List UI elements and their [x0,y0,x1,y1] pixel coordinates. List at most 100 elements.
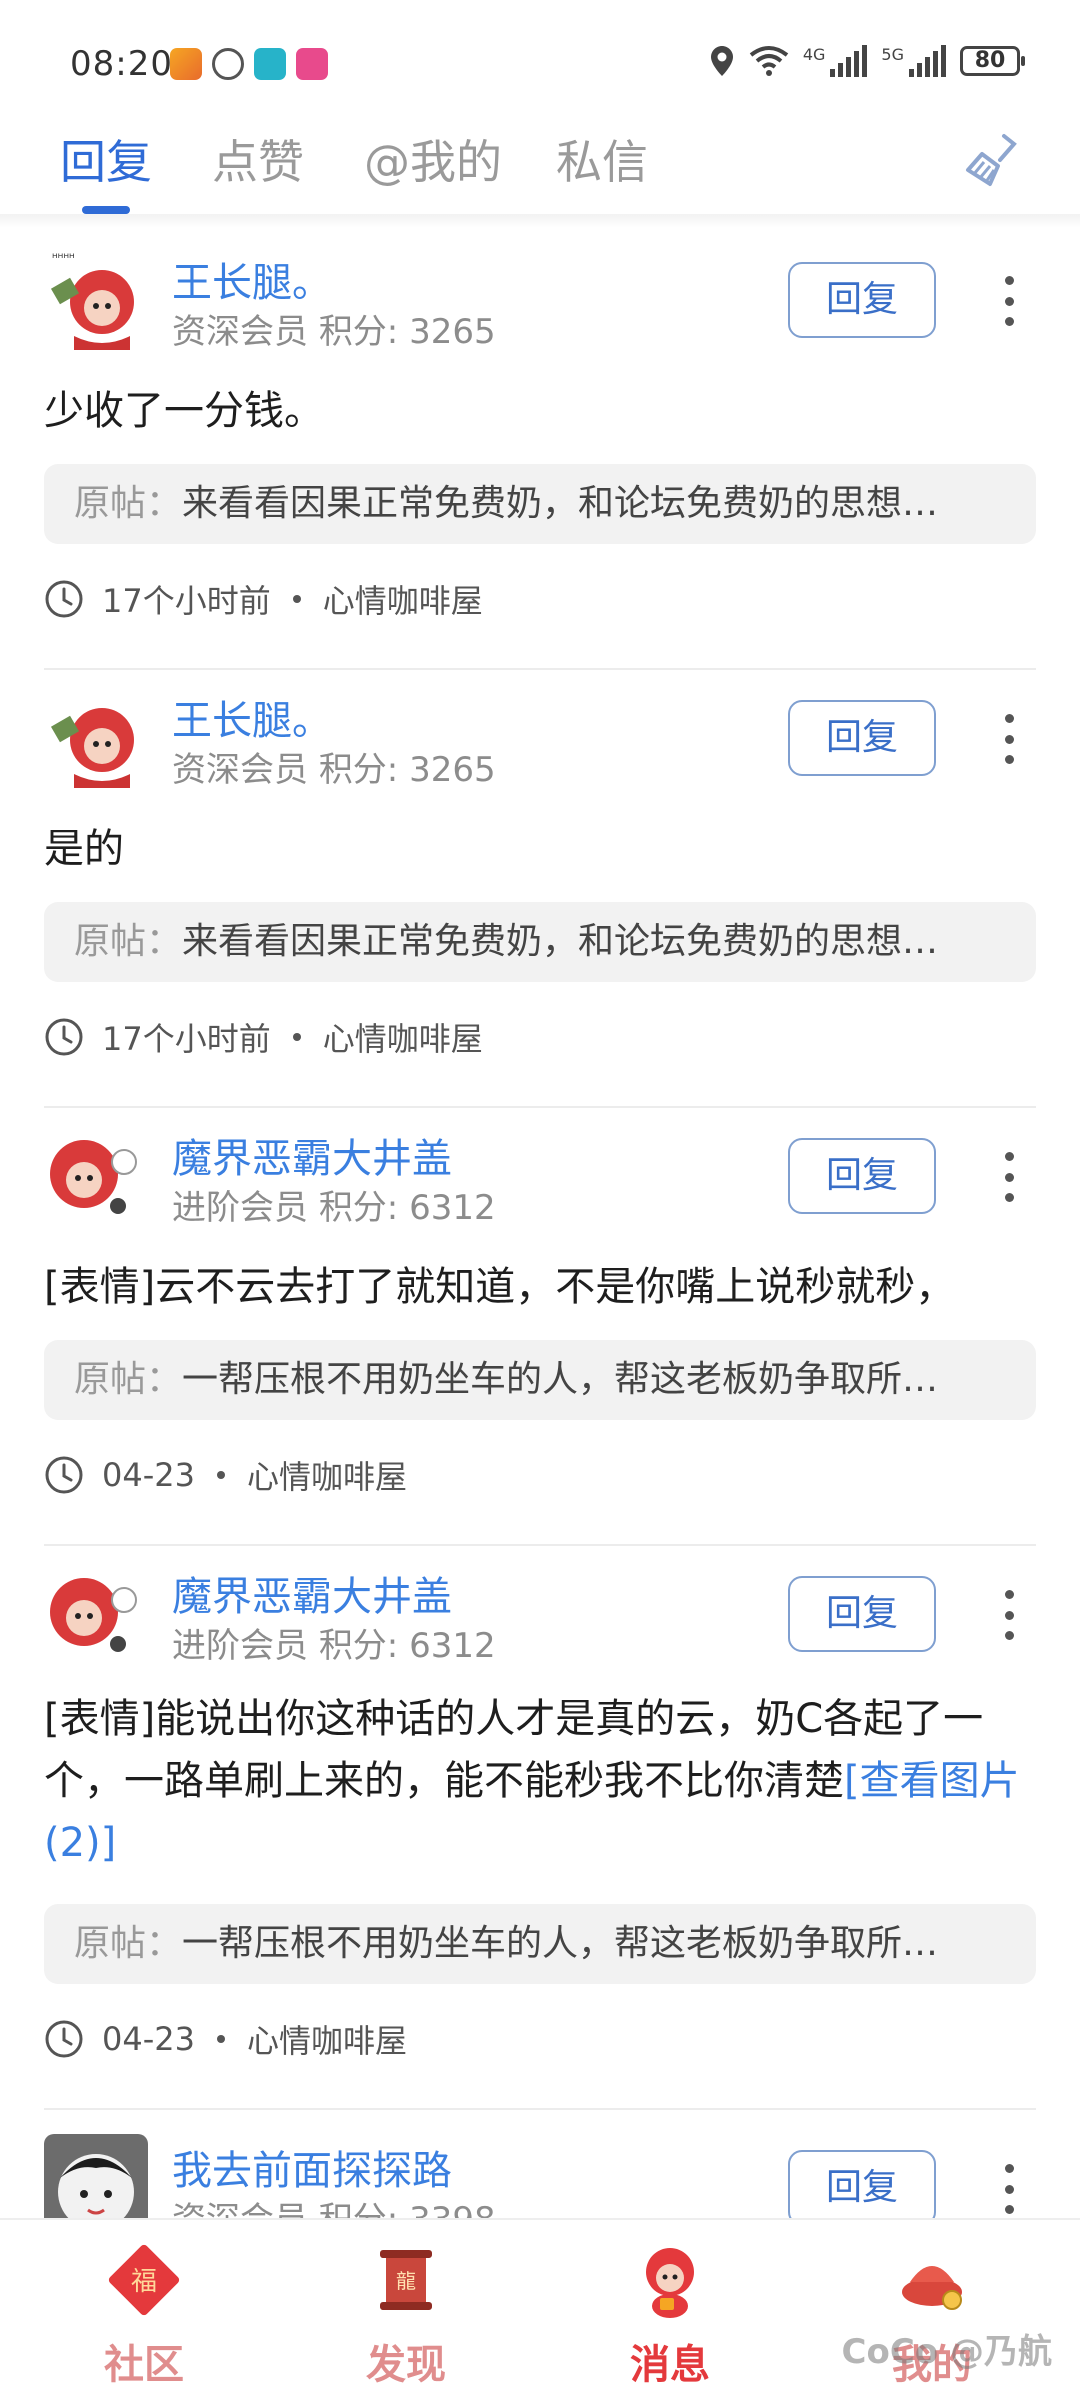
user-score: 积分: 3265 [318,312,496,352]
original-post-label: 原帖： [74,483,183,524]
red-hair-avatar-icon [44,684,148,788]
username[interactable]: 王长腿。 [172,688,332,746]
member-level: 进阶会员 [172,1626,308,1666]
red-hair-avatar-icon [44,1122,148,1226]
avatar[interactable]: ᴴᴴᴴᴴ [44,246,148,350]
active-tab-indicator [82,206,130,214]
tab-mentions[interactable]: @我的 [364,126,502,192]
status-right: 4G 5G 80 [709,44,1025,78]
original-post-label: 原帖： [74,1359,183,1400]
nav-label: 社区 [104,2342,184,2388]
svg-text:龍: 龍 [396,2269,416,2293]
avatar[interactable] [44,684,148,788]
more-options-icon[interactable] [1004,276,1014,326]
user-meta: 进阶会员 积分: 6312 [172,1618,496,1667]
header-divider [0,214,1080,228]
reply-content: 是的 [44,826,124,872]
username[interactable]: 魔界恶霸大井盖 [172,1564,452,1622]
reply-meta: 17个小时前 心情咖啡屋 [44,576,483,622]
list-item[interactable]: 魔界恶霸大井盖 进阶会员 积分: 6312 回复 [表情]云不云去打了就知道，不… [44,1108,1036,1546]
reply-meta: 04-23 心情咖啡屋 [44,1452,407,1498]
original-post-text: 来看看因果正常免费奶，和论坛免费奶的思想… [182,483,939,524]
user-meta: 进阶会员 积分: 6312 [172,1180,496,1229]
wifi-icon [749,46,789,76]
fu-lantern-icon: 福 [108,2244,180,2316]
list-item[interactable]: ᴴᴴᴴᴴ 王长腿。 资深会员 积分: 3265 回复 少收了一分钱。 原帖：来看… [44,232,1036,670]
more-options-icon[interactable] [1004,1152,1014,1202]
reply-button[interactable]: 回复 [788,1138,936,1214]
nav-label: 发现 [366,2342,446,2388]
tab-likes[interactable]: 点赞 [212,126,304,192]
reader-app-icon [254,48,286,80]
separator-dot [292,595,301,603]
user-score: 积分: 6312 [318,1626,496,1666]
list-item[interactable]: 魔界恶霸大井盖 进阶会员 积分: 6312 回复 [表情]能说出你这种话的人才是… [44,1546,1036,2110]
clock-icon [45,1456,83,1494]
separator-dot [292,1033,301,1041]
svg-text:福: 福 [131,2267,157,2297]
watermark: CoCo @乃航 [841,2332,1052,2372]
list-item[interactable]: 王长腿。 资深会员 积分: 3265 回复 是的 原帖：来看看因果正常免费奶，和… [44,670,1036,1108]
nav-label: 消息 [630,2342,710,2388]
gold-ingot-icon [902,2266,962,2310]
clock-icon [45,2020,83,2058]
signal-4g-label: 4G [802,45,826,64]
original-post-text: 一帮压根不用奶坐车的人，帮这老板奶争取所… [182,1359,939,1400]
original-post[interactable]: 原帖：一帮压根不用奶坐车的人，帮这老板奶争取所… [44,1904,1036,1984]
reply-meta: 04-23 心情咖啡屋 [44,2016,407,2062]
status-time: 08:20 [70,44,173,84]
signal-5g-icon: 5G [881,45,946,77]
location-icon [710,46,733,76]
board-name[interactable]: 心情咖啡屋 [323,1014,483,1060]
reply-content: [表情]能说出你这种话的人才是真的云，奶C各起了一个，一路单刷上来的，能不能秒我… [44,1688,1036,1874]
battery-icon: 80 [960,46,1025,76]
more-options-icon[interactable] [1004,2164,1014,2214]
user-meta: 资深会员 积分: 3265 [172,304,496,353]
wechat-icon [212,48,244,80]
clock-icon [45,580,83,618]
reply-time: 17个小时前 [102,1020,271,1058]
username[interactable]: 魔界恶霸大井盖 [172,1126,452,1184]
board-name[interactable]: 心情咖啡屋 [323,576,483,622]
lofter-app-icon [296,48,328,80]
reply-content: 少收了一分钱。 [44,388,324,434]
tab-private-messages[interactable]: 私信 [556,126,648,192]
message-tabs: 回复 点赞 @我的 私信 [0,120,1080,220]
reply-button[interactable]: 回复 [788,700,936,776]
user-score: 积分: 3265 [318,750,496,790]
scroll-icon: 龍 [380,2250,432,2310]
original-post-text: 来看看因果正常免费奶，和论坛免费奶的思想… [182,921,939,962]
board-name[interactable]: 心情咖啡屋 [247,2016,407,2062]
original-post-label: 原帖： [74,1923,183,1964]
avatar[interactable] [44,1560,148,1664]
red-hair-avatar-icon: ᴴᴴᴴᴴ [44,246,148,350]
reply-time: 04-23 [102,1456,195,1494]
nav-community[interactable]: 福 社区 [64,2240,224,2390]
reply-list: ᴴᴴᴴᴴ 王长腿。 资深会员 积分: 3265 回复 少收了一分钱。 原帖：来看… [0,232,1080,2310]
reply-button[interactable]: 回复 [788,262,936,338]
signal-4g-icon: 4G [803,45,868,77]
avatar[interactable] [44,1122,148,1226]
more-options-icon[interactable] [1004,1590,1014,1640]
original-post[interactable]: 原帖：来看看因果正常免费奶，和论坛免费奶的思想… [44,902,1036,982]
original-post[interactable]: 原帖：来看看因果正常免费奶，和论坛免费奶的思想… [44,464,1036,544]
original-post[interactable]: 原帖：一帮压根不用奶坐车的人，帮这老板奶争取所… [44,1340,1036,1420]
reply-time: 04-23 [102,2020,195,2058]
member-level: 资深会员 [172,312,308,352]
member-level: 进阶会员 [172,1188,308,1228]
user-meta: 资深会员 积分: 3265 [172,742,496,791]
more-options-icon[interactable] [1004,714,1014,764]
board-name[interactable]: 心情咖啡屋 [247,1452,407,1498]
reply-button[interactable]: 回复 [788,2150,936,2226]
reply-meta: 17个小时前 心情咖啡屋 [44,1014,483,1060]
clock-icon [45,1018,83,1056]
nav-messages[interactable]: 消息 [590,2240,750,2390]
username[interactable]: 王长腿。 [172,250,332,308]
original-post-label: 原帖： [74,921,183,962]
broom-icon[interactable] [960,130,1020,190]
username[interactable]: 我去前面探探路 [172,2138,452,2196]
user-score: 积分: 6312 [318,1188,496,1228]
reply-button[interactable]: 回复 [788,1576,936,1652]
tab-reply[interactable]: 回复 [60,126,152,192]
nav-discover[interactable]: 龍 发现 [326,2240,486,2390]
